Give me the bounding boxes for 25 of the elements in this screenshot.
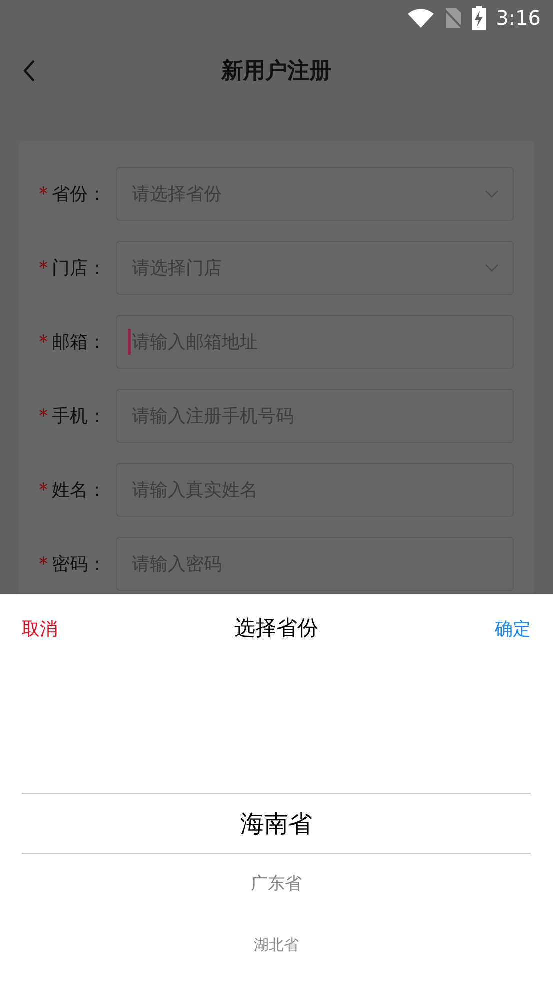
- field-label: 密码：: [52, 552, 106, 576]
- picker-option[interactable]: 湖北省: [22, 915, 531, 976]
- required-mark: *: [39, 330, 48, 354]
- required-mark: *: [39, 182, 48, 206]
- required-mark: *: [39, 404, 48, 428]
- no-sim-icon: [444, 7, 462, 29]
- field-label: 姓名：: [52, 478, 106, 502]
- field-label: 邮箱：: [52, 330, 106, 354]
- required-mark: *: [39, 552, 48, 576]
- wifi-icon: [408, 8, 434, 28]
- field-label: 手机：: [52, 404, 106, 428]
- picker-option[interactable]: 海南省: [22, 793, 531, 854]
- required-mark: *: [39, 256, 48, 280]
- confirm-button[interactable]: 确定: [495, 616, 531, 642]
- chevron-down-icon: [485, 264, 499, 272]
- picker-title: 选择省份: [234, 615, 318, 642]
- status-time: 3:16: [496, 5, 541, 32]
- page-title: 新用户注册: [222, 58, 332, 86]
- picker-option[interactable]: 广东省: [22, 854, 531, 915]
- battery-charging-icon: [472, 6, 486, 30]
- cancel-button[interactable]: 取消: [22, 616, 58, 642]
- field-label: 门店：: [52, 256, 106, 280]
- required-mark: *: [39, 478, 48, 502]
- field-label: 省份：: [52, 182, 106, 206]
- chevron-down-icon: [485, 190, 499, 198]
